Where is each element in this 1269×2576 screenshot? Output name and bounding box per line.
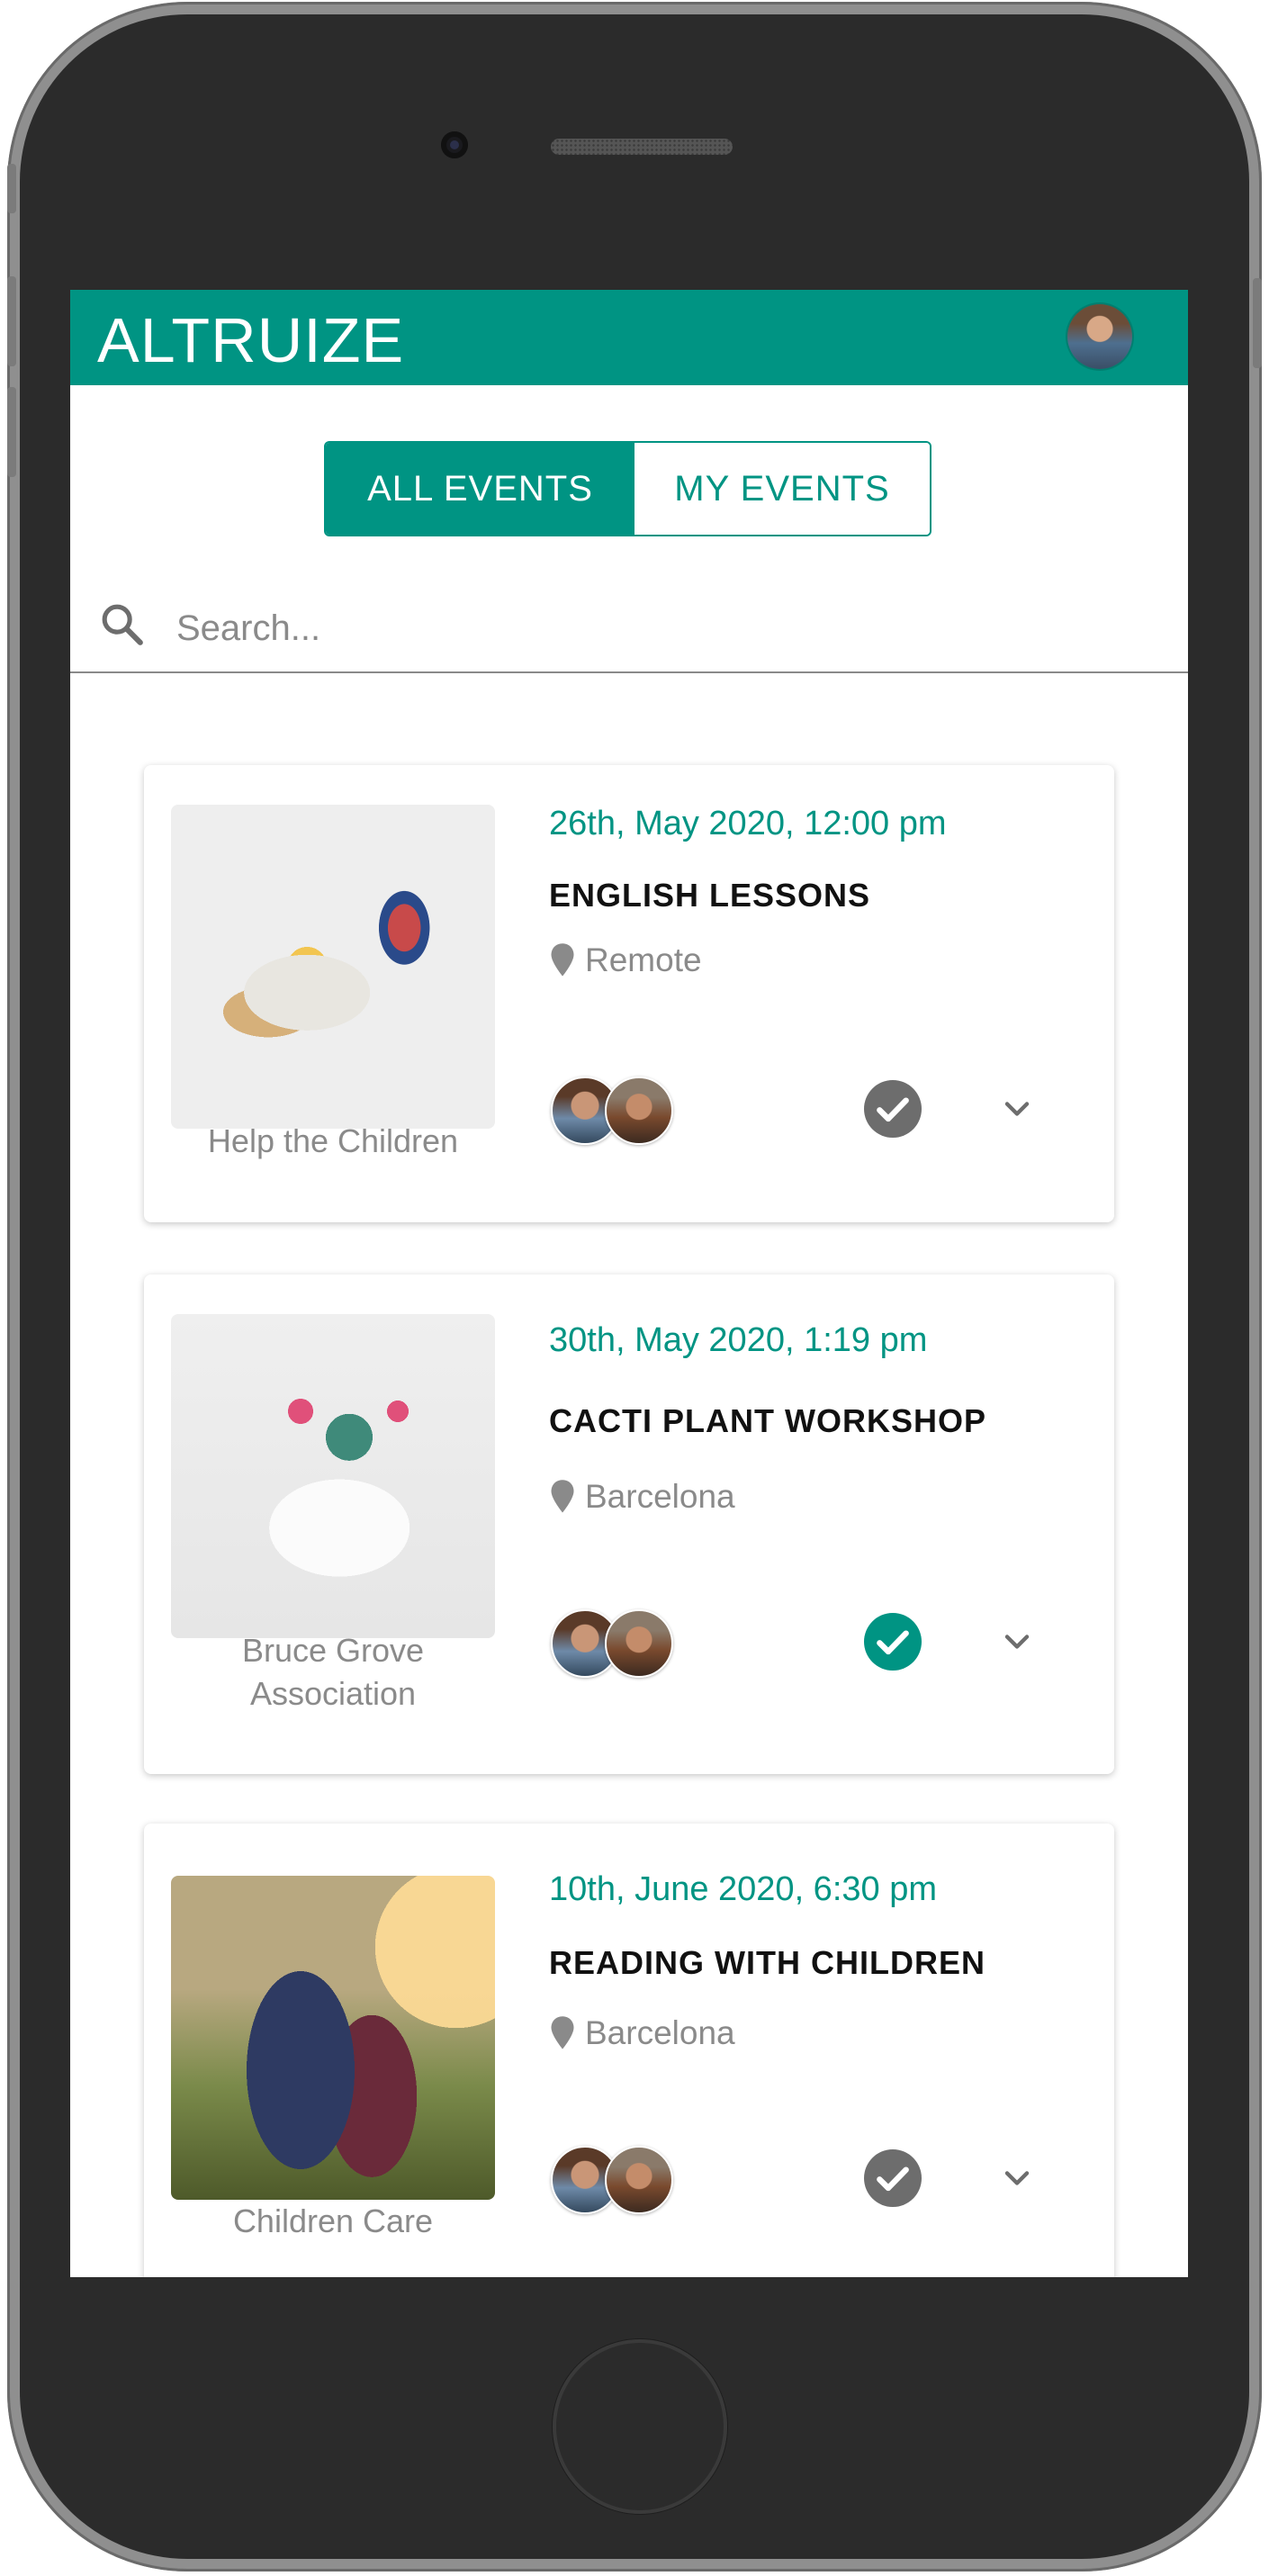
event-location: Barcelona (549, 1478, 735, 1516)
tab-all-events[interactable]: ALL EVENTS (326, 443, 634, 535)
attendee-avatar (605, 2146, 673, 2214)
attendee-avatars[interactable] (551, 2146, 677, 2214)
location-pin-icon (551, 1480, 574, 1513)
profile-avatar[interactable] (1067, 304, 1132, 369)
volume-up-button (7, 276, 16, 366)
location-label: Remote (585, 941, 702, 978)
location-pin-icon (551, 2016, 574, 2049)
chevron-down-icon[interactable] (997, 1089, 1037, 1129)
power-button (1253, 278, 1262, 368)
event-image (171, 1876, 495, 2200)
attend-check-icon[interactable] (864, 2149, 922, 2207)
search-icon[interactable] (97, 599, 148, 650)
attendee-avatar (605, 1609, 673, 1678)
search-bar (70, 583, 1188, 673)
location-label: Barcelona (585, 1478, 735, 1515)
app-screen: ALTRUIZE ALL EVENTS MY EVENTS Help the C… (70, 290, 1188, 2277)
app-bar: ALTRUIZE (70, 290, 1188, 385)
event-title: READING WITH CHILDREN (549, 1944, 986, 1981)
event-image (171, 805, 495, 1129)
events-tab-switch: ALL EVENTS MY EVENTS (324, 441, 932, 536)
attend-check-icon[interactable] (864, 1613, 922, 1671)
event-title: CACTI PLANT WORKSHOP (549, 1402, 986, 1439)
attendee-avatar (605, 1076, 673, 1145)
volume-down-button (7, 387, 16, 477)
attend-check-icon[interactable] (864, 1080, 922, 1138)
location-label: Barcelona (585, 2014, 735, 2051)
location-pin-icon (551, 943, 574, 977)
organization-name: Children Care (232, 2202, 434, 2239)
event-location: Barcelona (549, 2014, 735, 2052)
organization-name: Help the Children (207, 1122, 459, 1159)
search-input[interactable] (176, 601, 1148, 655)
event-location: Remote (549, 941, 702, 979)
tab-my-events[interactable]: MY EVENTS (634, 443, 930, 535)
event-card[interactable]: Help the Children 26th, May 2020, 12:00 … (144, 765, 1114, 1222)
chevron-down-icon[interactable] (997, 1622, 1037, 1662)
front-camera (441, 131, 468, 158)
event-card[interactable]: Bruce Grove Association 30th, May 2020, … (144, 1274, 1114, 1774)
event-card[interactable]: Children Care 10th, June 2020, 6:30 pm R… (144, 1824, 1114, 2277)
event-date: 26th, May 2020, 12:00 pm (549, 805, 947, 842)
earpiece-speaker (551, 139, 733, 155)
home-button[interactable] (553, 2339, 727, 2514)
attendee-avatars[interactable] (551, 1076, 677, 1145)
chevron-down-icon[interactable] (997, 2158, 1037, 2198)
event-title: ENGLISH LESSONS (549, 877, 871, 914)
event-image (171, 1314, 495, 1638)
event-date: 30th, May 2020, 1:19 pm (549, 1321, 928, 1359)
organization-name: Bruce Grove Association (241, 1632, 425, 1712)
mute-switch (7, 164, 16, 213)
attendee-avatars[interactable] (551, 1609, 677, 1678)
event-date: 10th, June 2020, 6:30 pm (549, 1870, 937, 1908)
app-title: ALTRUIZE (97, 305, 405, 375)
